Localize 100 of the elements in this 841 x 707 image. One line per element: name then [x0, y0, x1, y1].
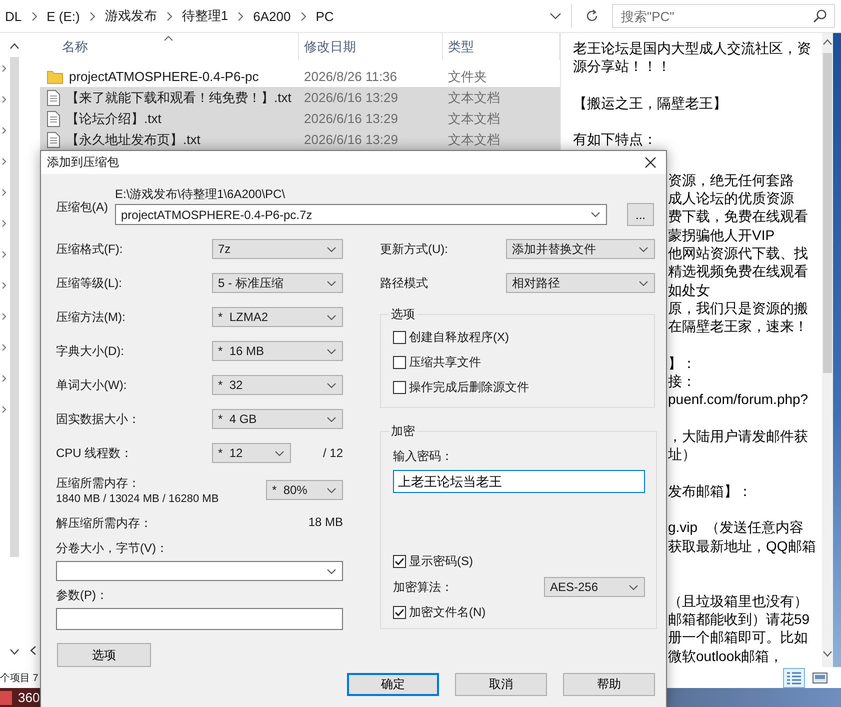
chevron-right-icon[interactable] — [2, 127, 6, 134]
archive-name-field[interactable]: projectATMOSPHERE-0.4-P6-pc.7z — [115, 204, 607, 225]
scrollbar[interactable] — [822, 33, 833, 667]
file-row[interactable]: 【来了就能下载和观看！纯免费！】.txt 2026/6/16 13:29 文本文档 — [40, 87, 560, 108]
chevron-right-icon[interactable] — [2, 282, 6, 289]
breadcrumb[interactable]: E (E:) — [46, 8, 80, 24]
file-date: 2026/8/26 11:36 — [303, 69, 398, 84]
dialog-button[interactable]: 帮助 — [563, 673, 655, 696]
chevron-right-icon[interactable] — [2, 375, 6, 382]
taskbar-label[interactable]: 360 — [18, 690, 40, 705]
chevron-right-icon[interactable] — [2, 344, 6, 351]
chevron-down-icon — [639, 280, 648, 286]
chevron-right-icon[interactable] — [2, 96, 6, 103]
chevron-right-icon[interactable] — [2, 158, 6, 165]
file-row[interactable]: projectATMOSPHERE-0.4-P6-pc 2026/8/26 11:36 文件夹 — [40, 66, 560, 87]
breadcrumb[interactable]: PC — [316, 8, 334, 24]
dialog-button[interactable]: 取消 — [455, 673, 547, 696]
scroll-down-icon[interactable] — [823, 651, 832, 657]
preview-line: 蒙拐骗他人开VIP — [668, 226, 776, 244]
chevron-right-icon[interactable] — [2, 220, 6, 227]
preview-line: 如处女 — [668, 280, 711, 299]
breadcrumb[interactable]: DL — [5, 8, 22, 24]
scroll-left-icon[interactable] — [30, 646, 36, 655]
volume-size-field[interactable] — [56, 561, 343, 581]
checkbox-label[interactable]: 加密文件名(N) — [409, 604, 486, 621]
column-header[interactable]: 类型 — [443, 33, 560, 60]
options-button[interactable]: 选项 — [57, 643, 151, 667]
dropdown[interactable]: 5 - 标准压缩 — [212, 273, 343, 293]
dropdown[interactable]: * 16 MB — [212, 341, 343, 361]
preview-line: 原，我们只是资源的搬 — [668, 298, 809, 318]
file-name: 【来了就能下载和观看！纯免费！】.txt — [66, 88, 292, 106]
chevron-down-icon — [327, 280, 336, 286]
dialog-button[interactable]: 确定 — [347, 673, 439, 696]
dropdown[interactable]: * 32 — [212, 375, 343, 395]
scroll-down-icon[interactable] — [10, 649, 18, 655]
group-title: 选项 — [390, 306, 416, 323]
sort-caret-icon — [164, 36, 173, 41]
chevron-right-icon[interactable] — [2, 189, 6, 196]
file-type: 文件夹 — [447, 68, 488, 86]
file-date: 2026/6/16 13:29 — [303, 90, 399, 105]
breadcrumb[interactable]: 游戏发布 — [104, 7, 157, 25]
search-icon[interactable] — [813, 9, 827, 23]
document-icon — [47, 110, 60, 126]
dropdown[interactable]: 7z — [212, 239, 343, 259]
checkbox-label[interactable]: 压缩共享文件 — [409, 354, 481, 371]
checkbox-label[interactable]: 创建自释放程序(X) — [409, 329, 509, 346]
browse-button[interactable]: ... — [627, 203, 654, 226]
preview-line: （且垃圾箱里也没有） — [668, 592, 809, 610]
dropdown[interactable]: 相对路径 — [506, 273, 655, 293]
checkbox-label[interactable]: 显示密码(S) — [409, 553, 473, 570]
preview-line: 在隔壁老王家，速来！ — [668, 317, 809, 336]
chevron-right-icon[interactable] — [2, 251, 6, 258]
field-label: 字典大小(D): — [56, 342, 125, 360]
checkbox[interactable] — [393, 356, 406, 369]
dropdown[interactable]: * 4 GB — [212, 409, 343, 429]
field-label: CPU 线程数： — [56, 444, 134, 462]
chevron-right-icon[interactable] — [2, 406, 6, 413]
password-field[interactable]: 上老王论坛当老王 — [393, 470, 645, 493]
dropdown[interactable]: * LZMA2 — [212, 307, 343, 327]
dropdown[interactable]: * 12 — [212, 443, 291, 463]
search-field[interactable]: 搜索"PC" — [612, 4, 835, 28]
dropdown[interactable]: 添加并替换文件 — [506, 239, 655, 259]
details-view-icon[interactable] — [783, 668, 805, 688]
document-icon — [47, 90, 60, 106]
file-type: 文本文档 — [447, 88, 501, 106]
field-label: 更新方式(U): — [380, 240, 449, 258]
chevron-right-icon — [90, 12, 95, 20]
preview-line: 接： — [668, 372, 697, 390]
preview-line: 成人论坛的优质资源 — [668, 189, 795, 208]
column-header[interactable]: 修改日期 — [299, 33, 443, 60]
preview-line: 发布邮箱】： — [668, 482, 753, 500]
preview-line: ，大陆用户请发邮件获 — [668, 426, 809, 446]
close-icon[interactable] — [645, 157, 656, 168]
chevron-down-icon[interactable] — [550, 13, 561, 19]
memory-usage: 18 MB — [308, 515, 343, 531]
chevron-right-icon[interactable] — [2, 65, 6, 72]
address-bar[interactable]: DL E (E:) 游戏发布 待整理1 6A200 PC — [0, 4, 572, 28]
app-icon[interactable] — [0, 690, 12, 704]
checkbox[interactable] — [393, 331, 406, 344]
chevron-right-icon[interactable] — [2, 313, 6, 320]
breadcrumb[interactable]: 待整理1 — [182, 7, 228, 25]
scroll-up-icon[interactable] — [10, 43, 18, 49]
checkbox[interactable] — [393, 555, 406, 568]
parameters-field[interactable] — [56, 608, 343, 630]
scroll-up-icon[interactable] — [823, 39, 832, 45]
dropdown[interactable]: AES-256 — [544, 577, 645, 597]
file-row[interactable]: 【永久地址发布页】.txt 2026/6/16 13:29 文本文档 — [40, 129, 560, 150]
checkbox[interactable] — [393, 381, 406, 394]
column-header[interactable]: 名称 — [40, 33, 299, 60]
preview-line: 址） — [668, 445, 697, 464]
checkbox-label[interactable]: 操作完成后删除源文件 — [409, 379, 529, 396]
file-row[interactable]: 【论坛介绍】.txt 2026/6/16 13:29 文本文档 — [40, 108, 560, 129]
checkbox[interactable] — [393, 606, 406, 619]
scrollbar-thumb[interactable] — [10, 57, 18, 557]
chevron-down-icon — [629, 584, 638, 590]
breadcrumb[interactable]: 6A200 — [253, 8, 291, 24]
scrollbar-thumb[interactable] — [823, 53, 832, 373]
chevron-down-icon — [327, 488, 336, 492]
dropdown[interactable]: * 80% — [266, 480, 343, 500]
group-title: 加密 — [390, 423, 416, 440]
